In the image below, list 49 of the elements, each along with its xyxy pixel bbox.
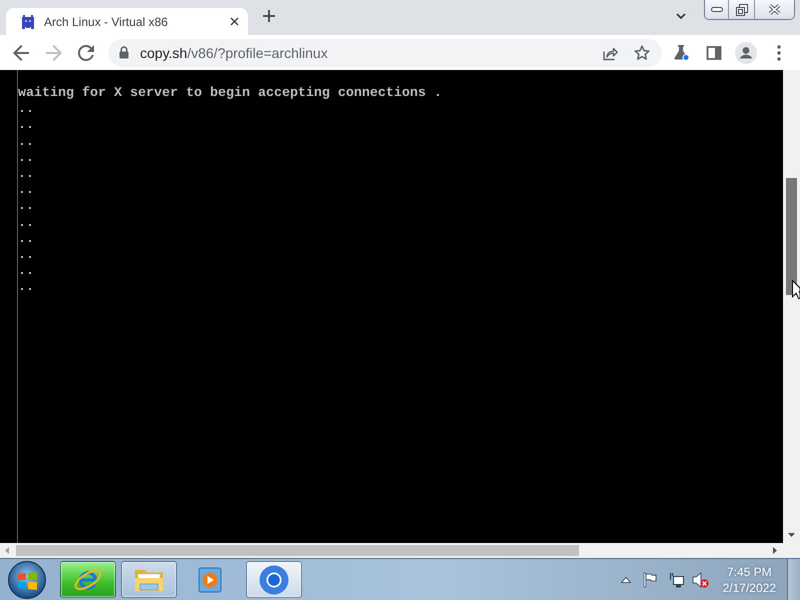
reload-icon[interactable] bbox=[78, 44, 94, 60]
close-window-button[interactable] bbox=[755, 0, 794, 19]
show-desktop-button[interactable] bbox=[787, 559, 800, 600]
taskbar-button[interactable] bbox=[60, 561, 116, 598]
scroll-down-arrow-icon[interactable] bbox=[788, 533, 795, 537]
chevron-down-icon[interactable] bbox=[676, 13, 686, 20]
plus-icon[interactable] bbox=[263, 10, 275, 22]
lock-icon[interactable] bbox=[119, 46, 129, 59]
minimize-icon bbox=[710, 7, 722, 12]
scrollbar-thumb[interactable] bbox=[786, 178, 797, 295]
ring-logo-icon bbox=[259, 564, 289, 594]
side-panel-icon[interactable] bbox=[706, 44, 722, 60]
close-icon[interactable] bbox=[230, 17, 239, 26]
restore-icon bbox=[736, 4, 748, 16]
terminal-line: .. bbox=[18, 134, 35, 151]
caret-up-icon[interactable] bbox=[620, 576, 631, 582]
play-tile-icon bbox=[198, 566, 222, 592]
terminal-line: waiting for X server to begin accepting connections . bbox=[18, 86, 442, 102]
mouse-pointer-icon bbox=[792, 280, 800, 299]
terminal-line: .. bbox=[18, 199, 35, 216]
terminal-line: .. bbox=[18, 280, 35, 297]
minimize-button[interactable] bbox=[705, 0, 729, 19]
scroll-right-arrow-icon[interactable] bbox=[773, 547, 777, 554]
terminal-line: .. bbox=[18, 248, 35, 264]
terminal-line: .. bbox=[18, 150, 35, 168]
scrollbar-thumb[interactable] bbox=[16, 545, 579, 556]
restore-button[interactable] bbox=[729, 0, 755, 19]
terminal-line: .. bbox=[18, 167, 35, 184]
speaker-muted-icon[interactable] bbox=[692, 572, 709, 588]
terminal-line: .. bbox=[18, 232, 35, 248]
star-icon[interactable] bbox=[634, 44, 650, 60]
flask-icon[interactable] bbox=[673, 44, 690, 61]
terminal-line: .. bbox=[18, 183, 35, 200]
taskbar-button[interactable] bbox=[121, 561, 177, 598]
avatar-icon[interactable] bbox=[735, 42, 757, 64]
close-icon bbox=[768, 4, 781, 15]
taskbar-button[interactable] bbox=[246, 561, 302, 598]
terminal-line: .. bbox=[18, 102, 35, 118]
terminal-line: .. bbox=[18, 264, 35, 280]
browser-tab[interactable]: Arch Linux - Virtual x86 bbox=[6, 8, 248, 35]
start-orb-icon[interactable] bbox=[8, 560, 46, 598]
terminal-line: .. bbox=[18, 118, 35, 135]
pixel-creature-icon bbox=[20, 14, 36, 30]
menu-icon[interactable] bbox=[777, 44, 781, 60]
flag-icon[interactable] bbox=[642, 572, 657, 588]
back-arrow-icon[interactable] bbox=[13, 44, 29, 60]
terminal-line: .. bbox=[18, 216, 35, 232]
network-icon[interactable] bbox=[668, 572, 684, 588]
address-bar[interactable]: copy.sh/v86/?profile=archlinux bbox=[108, 38, 662, 66]
